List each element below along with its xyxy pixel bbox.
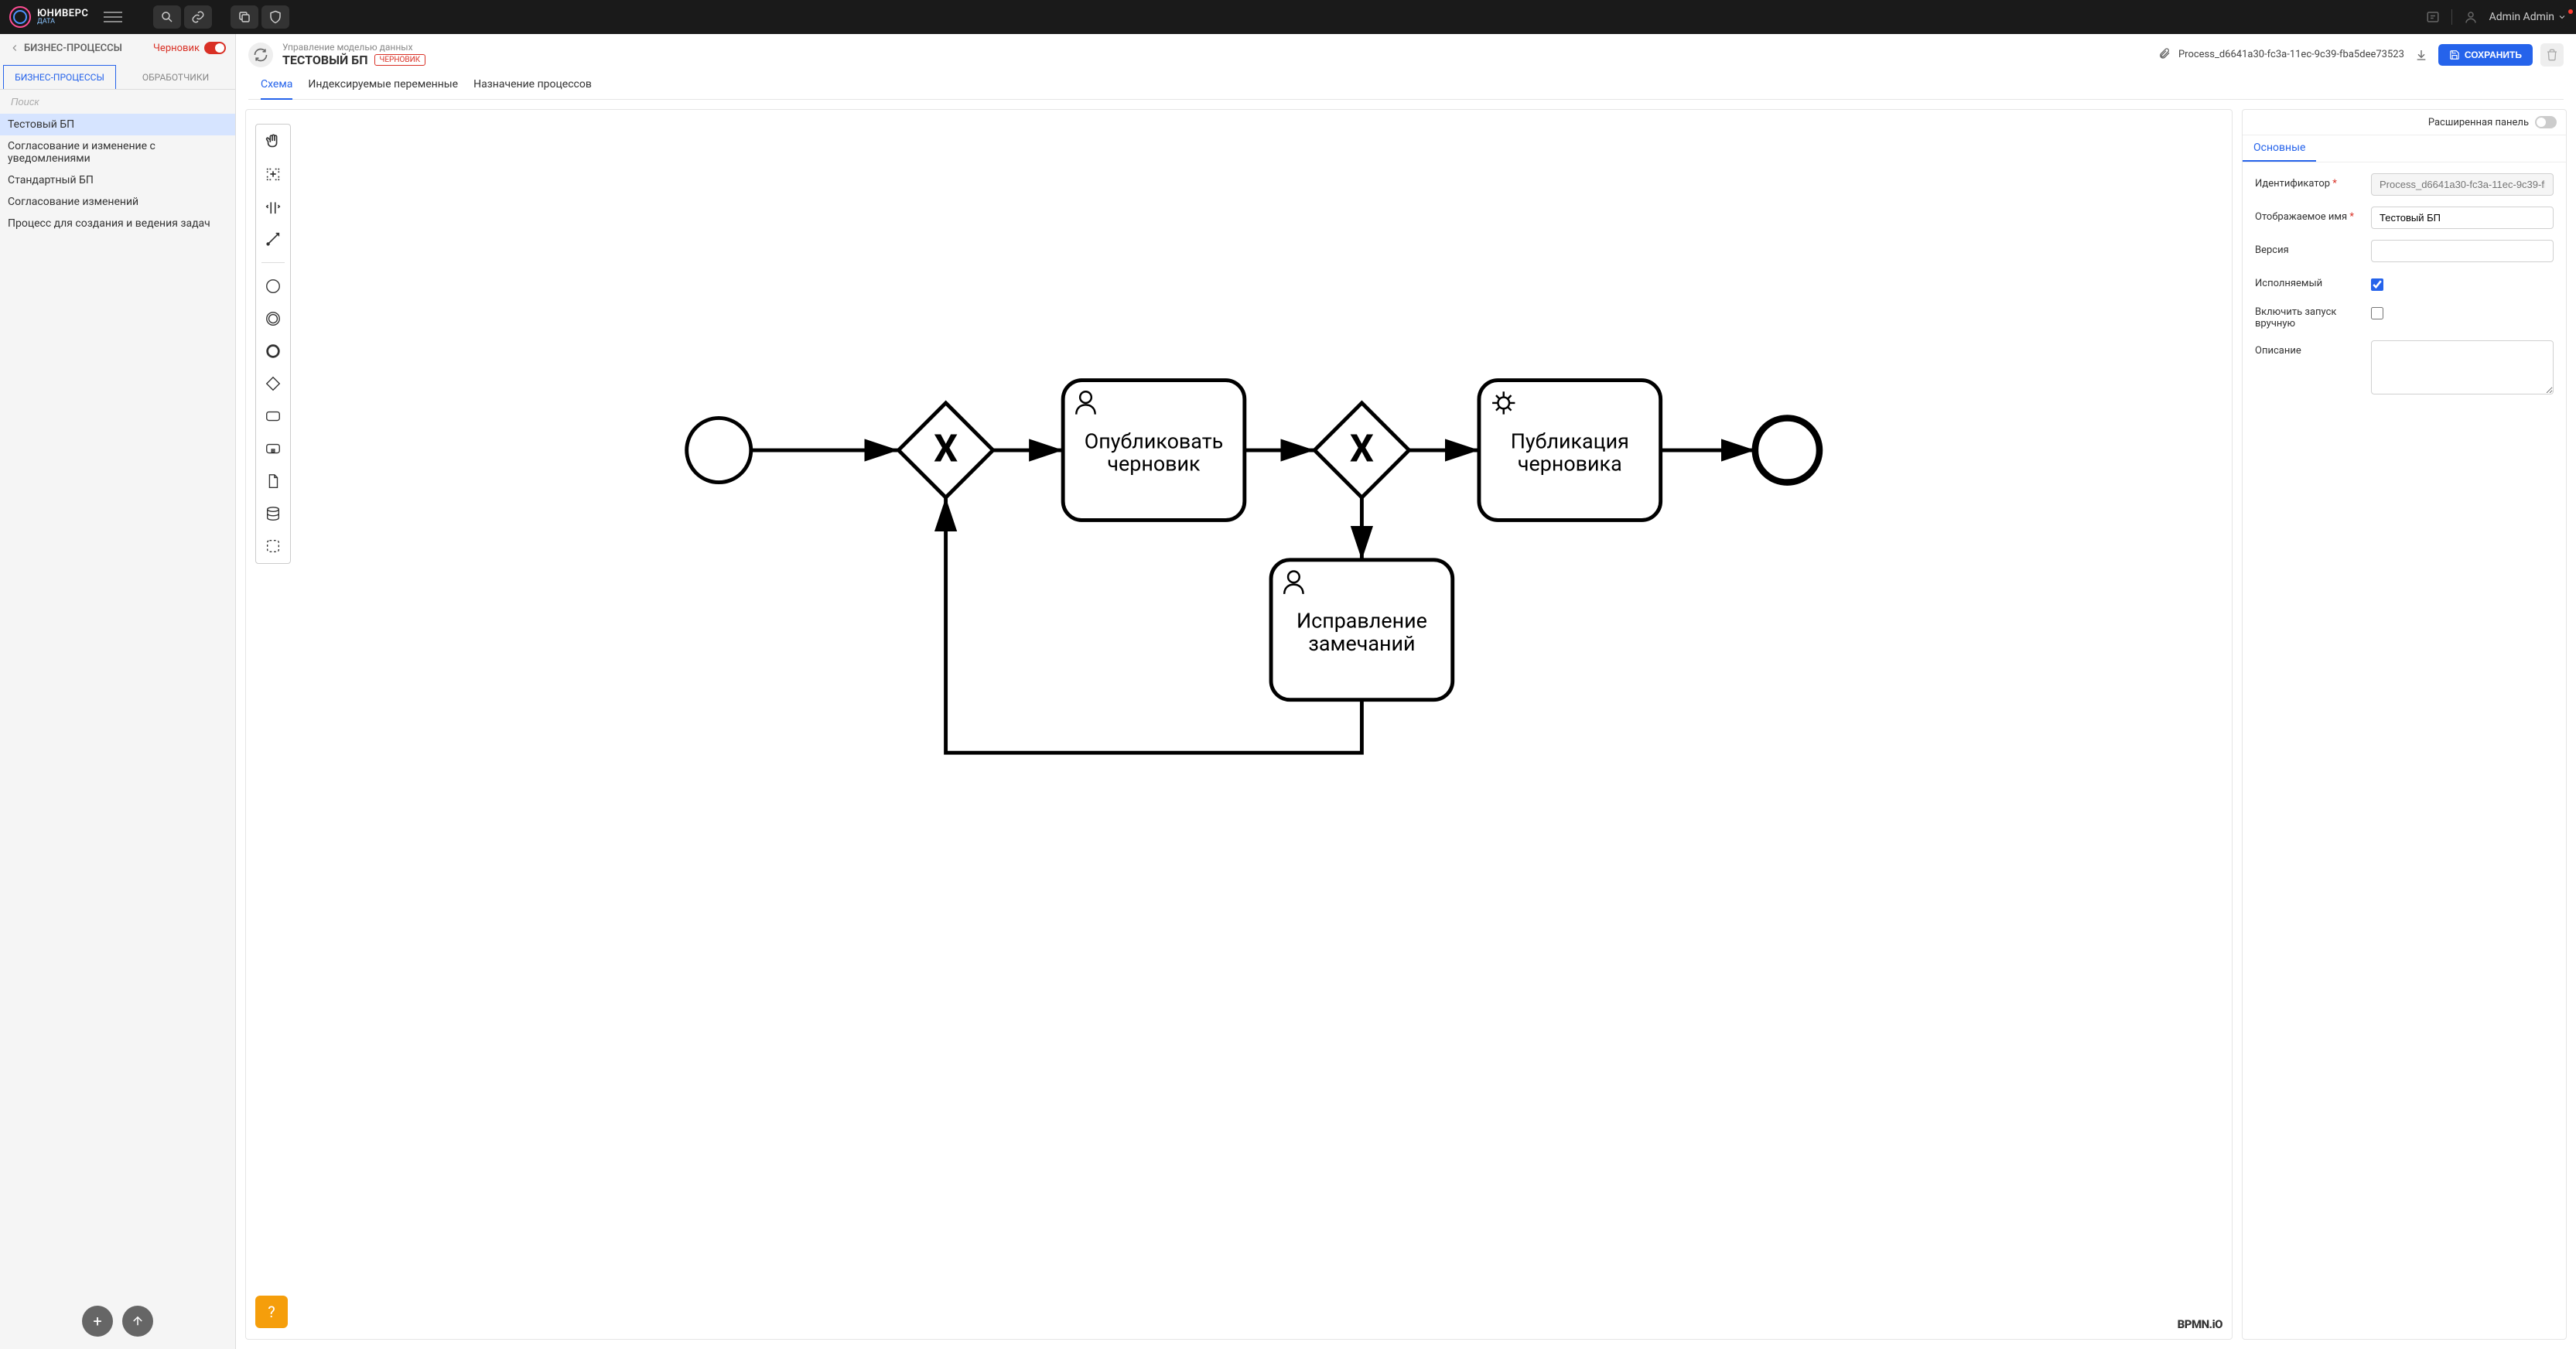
top-bar: ЮНИВЕРС ДАТА Admin Admin — [0, 0, 2576, 34]
bpmn-start-event[interactable] — [687, 418, 751, 482]
draft-badge: ЧЕРНОВИК — [374, 54, 426, 66]
breadcrumb: Управление моделью данных — [282, 42, 425, 53]
description-textarea[interactable] — [2371, 340, 2554, 394]
svg-text:X: X — [1350, 427, 1374, 471]
list-item[interactable]: Тестовый БП — [0, 114, 235, 135]
displayname-input[interactable] — [2371, 207, 2554, 229]
content: Управление моделью данных ТЕСТОВЫЙ БП ЧЕ… — [236, 34, 2576, 1349]
link-icon[interactable] — [184, 5, 212, 29]
draft-mode-toggle[interactable] — [204, 42, 226, 54]
list-item[interactable]: Согласование и изменение с уведомлениями — [0, 135, 235, 169]
attachment-icon[interactable] — [2158, 47, 2171, 63]
tab-process-assignment[interactable]: Назначение процессов — [473, 73, 592, 100]
content-header: Управление моделью данных ТЕСТОВЫЙ БП ЧЕ… — [236, 34, 2576, 100]
manual-start-label-line1: Включить запуск — [2255, 306, 2336, 318]
svg-text:X: X — [934, 427, 958, 471]
displayname-label: Отображаемое имя — [2255, 211, 2347, 223]
tab-indexed-variables[interactable]: Индексируемые переменные — [308, 73, 458, 100]
user-menu[interactable]: Admin Admin — [2489, 11, 2567, 23]
main-layout: БИЗНЕС-ПРОЦЕССЫ Черновик БИЗНЕС-ПРОЦЕССЫ… — [0, 34, 2576, 1349]
list-item[interactable]: Стандартный БП — [0, 169, 235, 191]
download-icon — [2415, 49, 2427, 61]
svg-text:Исправлениезамечаний: Исправлениезамечаний — [1297, 609, 1427, 656]
version-label: Версия — [2255, 244, 2289, 256]
save-button[interactable]: СОХРАНИТЬ — [2438, 44, 2533, 66]
shield-icon[interactable] — [261, 5, 289, 29]
brand-subtitle: ДАТА — [37, 19, 88, 26]
identifier-label: Идентификатор — [2255, 178, 2330, 190]
bpmn-canvas[interactable]: X Опубликоватьчерновик X — [245, 109, 2233, 1340]
extended-panel-label: Расширенная панель — [2428, 117, 2529, 128]
properties-panel: Расширенная панель Основные Идентификато… — [2242, 109, 2567, 1340]
download-button[interactable] — [2412, 46, 2431, 64]
task2-line2: черновика — [1518, 452, 1622, 476]
chevron-down-icon — [2557, 12, 2567, 22]
help-button[interactable]: ? — [255, 1296, 288, 1328]
tab-schema[interactable]: Схема — [261, 73, 292, 100]
bpmn-gateway-1[interactable]: X — [898, 403, 992, 497]
sidebar-tab-handlers[interactable]: ОБРАБОТЧИКИ — [119, 65, 232, 89]
task2-line1: Публикация — [1511, 429, 1629, 453]
svg-text:Публикациячерновика: Публикациячерновика — [1511, 429, 1629, 476]
draft-mode-label: Черновик — [153, 43, 200, 54]
bpmn-diagram: X Опубликоватьчерновик X — [246, 110, 2232, 1339]
menu-toggle-button[interactable] — [104, 8, 122, 26]
bpmn-io-logo: BPMN.iO — [2178, 1317, 2222, 1331]
sidebar: БИЗНЕС-ПРОЦЕССЫ Черновик БИЗНЕС-ПРОЦЕССЫ… — [0, 34, 236, 1349]
task3-line1: Исправление — [1297, 609, 1427, 634]
process-list: Тестовый БП Согласование и изменение с у… — [0, 114, 235, 1349]
trash-icon — [2546, 49, 2558, 61]
upload-button[interactable] — [122, 1306, 153, 1337]
chevron-left-icon — [9, 43, 20, 53]
manual-start-label-line2: вручную — [2255, 318, 2295, 330]
executable-label: Исполняемый — [2255, 278, 2322, 289]
tasks-icon[interactable] — [2424, 8, 2442, 26]
identifier-input[interactable] — [2371, 173, 2554, 196]
notification-dot-icon — [2568, 9, 2573, 14]
refresh-icon — [253, 47, 268, 63]
bpmn-user-task-fix-remarks[interactable]: Исправлениезамечаний — [1271, 560, 1453, 700]
description-label: Описание — [2255, 345, 2301, 357]
version-input[interactable] — [2371, 240, 2554, 262]
process-id-label: Process_d6641a30-fc3a-11ec-9c39-fba5dee7… — [2178, 49, 2404, 60]
arrow-up-icon — [131, 1314, 145, 1328]
brand-logo-icon — [9, 6, 31, 28]
executable-checkbox[interactable] — [2371, 278, 2383, 291]
manual-start-checkbox[interactable] — [2371, 307, 2383, 319]
save-button-label: СОХРАНИТЬ — [2465, 50, 2522, 60]
sidebar-back-button[interactable]: БИЗНЕС-ПРОЦЕССЫ — [9, 43, 122, 54]
search-icon[interactable] — [153, 5, 181, 29]
bpmn-gateway-2[interactable]: X — [1314, 403, 1409, 497]
task1-line2: черновик — [1107, 452, 1201, 476]
user-name-label: Admin Admin — [2489, 11, 2554, 23]
sidebar-tab-processes[interactable]: БИЗНЕС-ПРОЦЕССЫ — [3, 65, 116, 89]
bpmn-end-event[interactable] — [1755, 418, 1819, 482]
bpmn-service-task-publication[interactable]: Публикациячерновика — [1479, 381, 1661, 521]
list-item[interactable]: Процесс для создания и ведения задач — [0, 213, 235, 234]
sidebar-search-input[interactable] — [6, 93, 229, 111]
extended-panel-toggle[interactable] — [2535, 116, 2557, 128]
props-tab-main[interactable]: Основные — [2243, 135, 2316, 162]
save-icon — [2449, 50, 2460, 60]
refresh-button[interactable] — [248, 43, 273, 67]
brand: ЮНИВЕРС ДАТА — [9, 6, 88, 28]
user-icon — [2462, 8, 2480, 26]
page-title: ТЕСТОВЫЙ БП — [282, 53, 368, 67]
task1-line1: Опубликовать — [1085, 429, 1224, 453]
bpmn-user-task-publish-draft[interactable]: Опубликоватьчерновик — [1063, 381, 1245, 521]
sidebar-section-title: БИЗНЕС-ПРОЦЕССЫ — [24, 43, 122, 54]
task3-line2: замечаний — [1308, 631, 1415, 656]
top-toolbar — [153, 5, 289, 29]
copy-icon[interactable] — [231, 5, 258, 29]
delete-button[interactable] — [2540, 43, 2564, 67]
list-item[interactable]: Согласование изменений — [0, 191, 235, 213]
add-button[interactable]: + — [82, 1306, 113, 1337]
